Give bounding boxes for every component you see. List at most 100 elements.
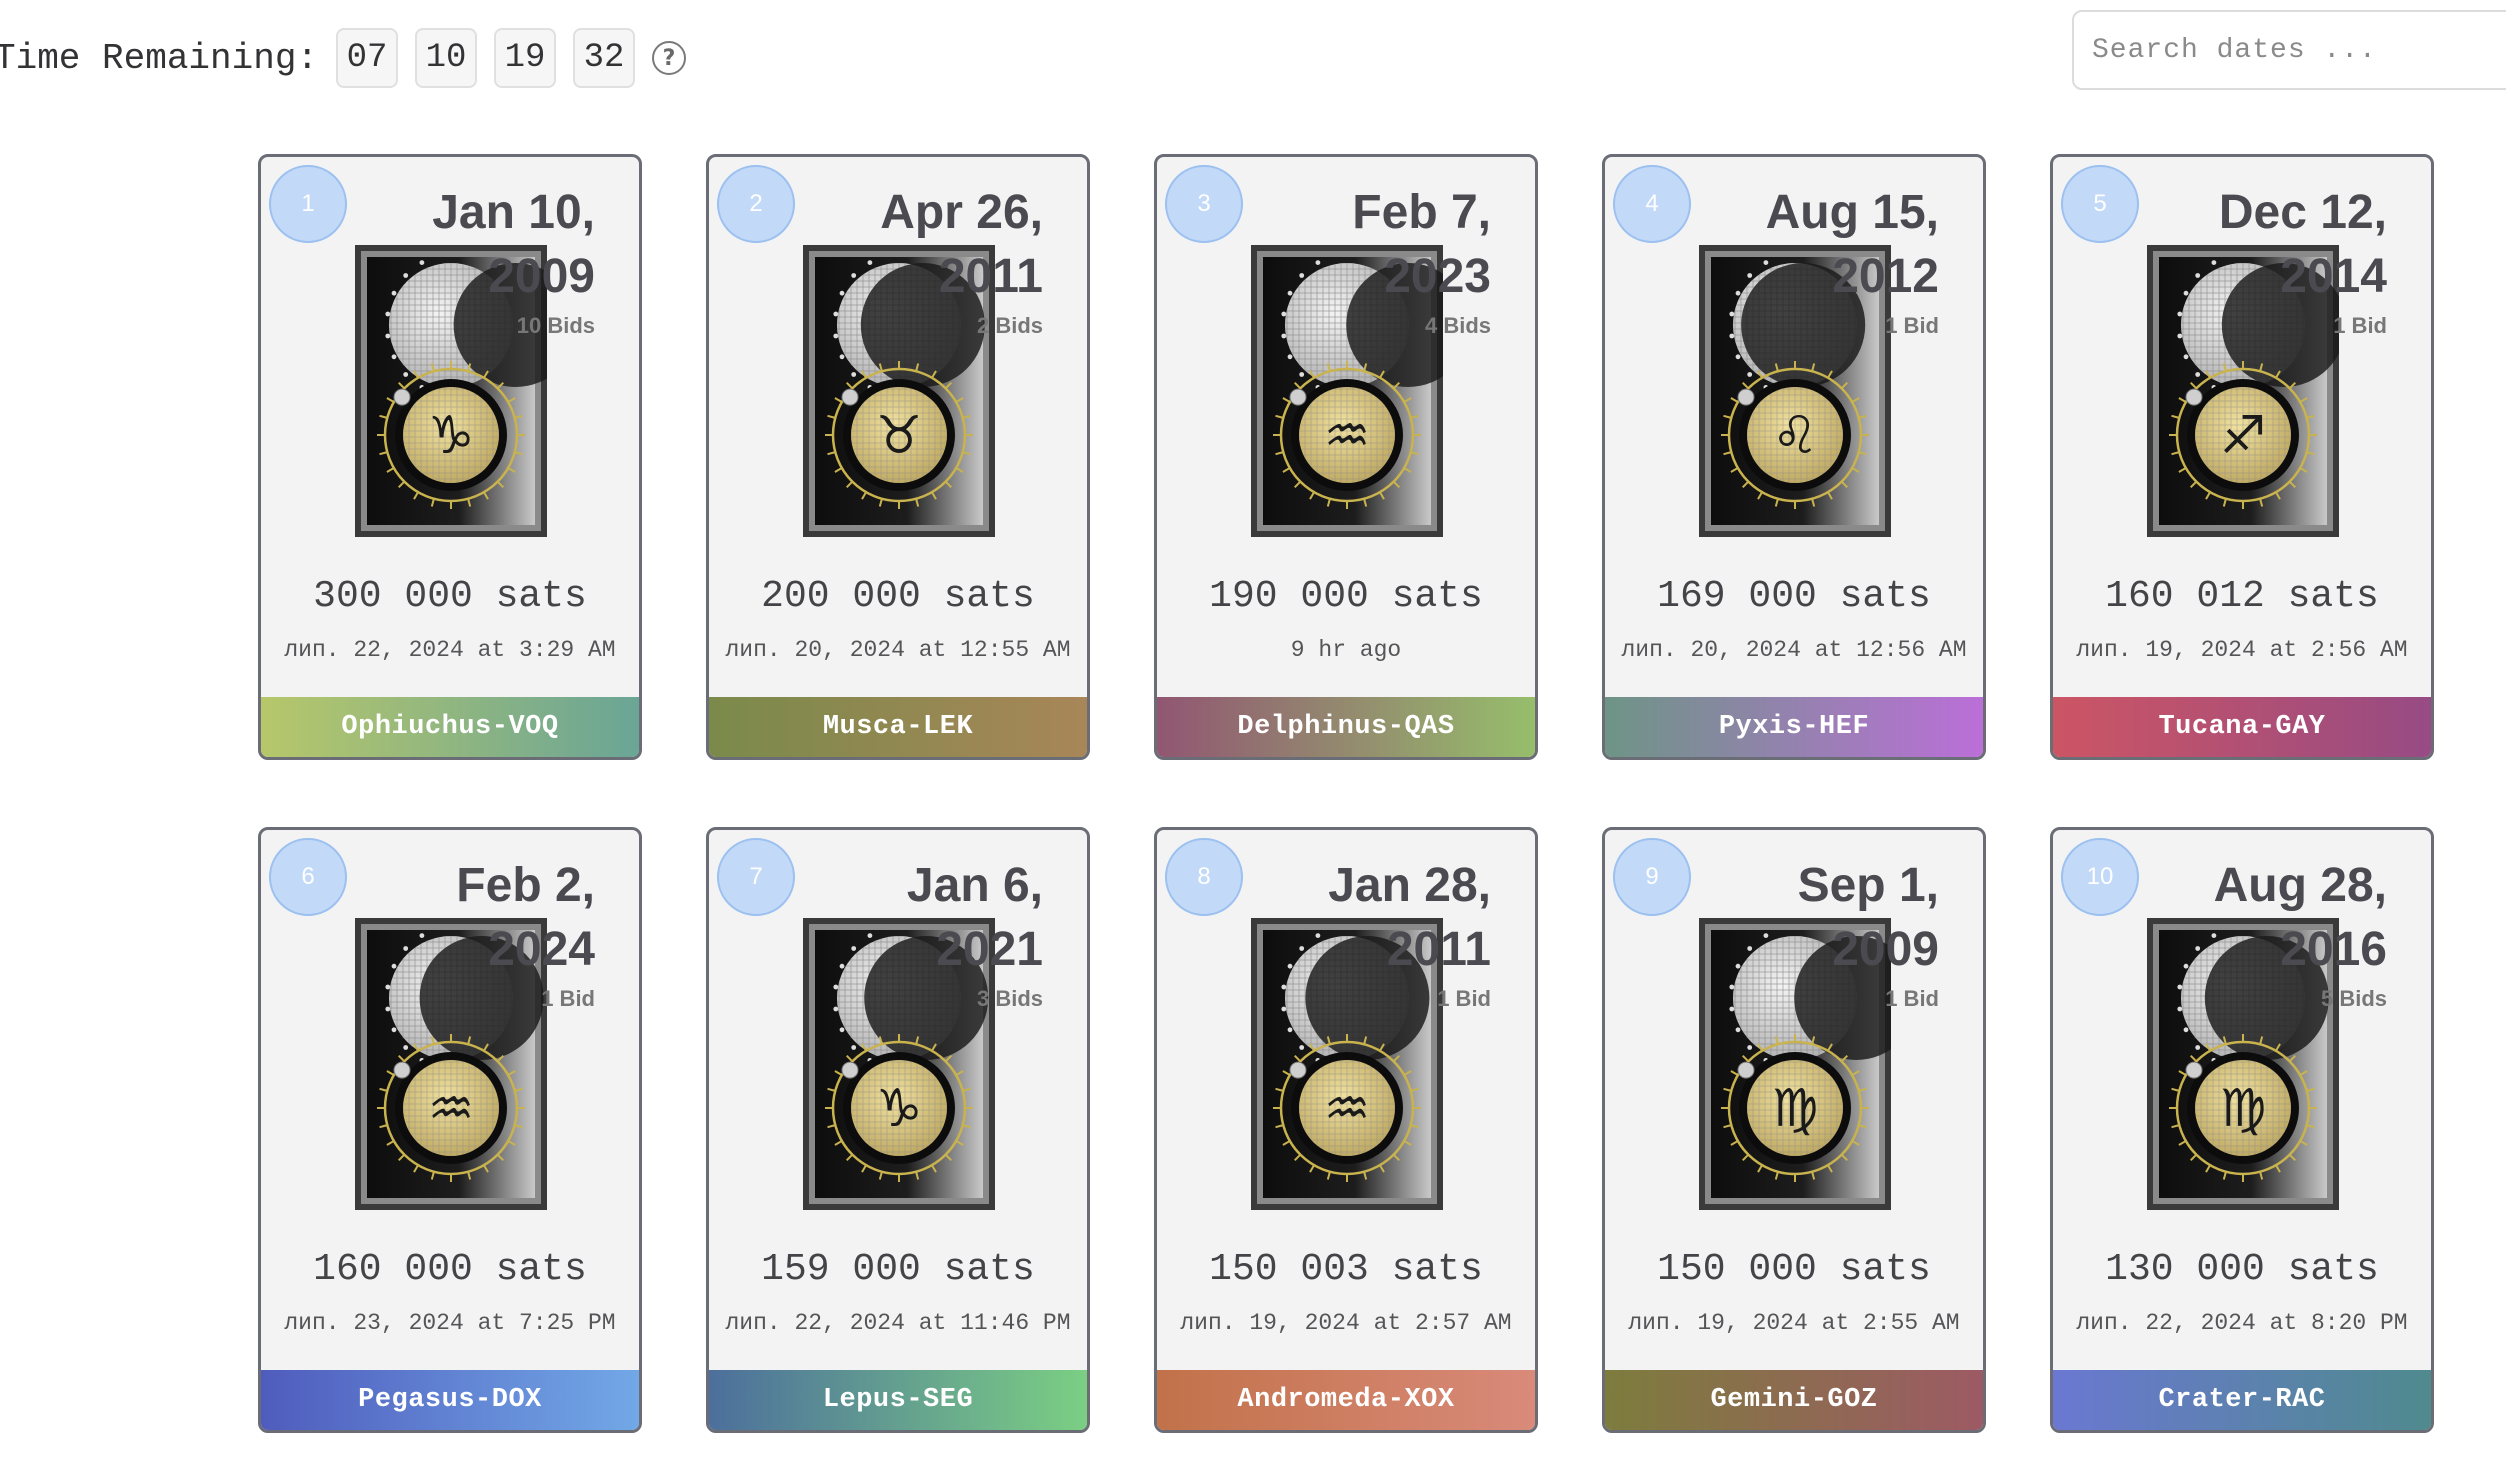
bidder-name-bar: Crater-RAC [2053, 1370, 2431, 1430]
bid-count: 1 Bid [1885, 313, 1939, 338]
auction-card-1[interactable]: 1 ♑ Jan 10, 2009 10 Bids 300 000 sats ли… [258, 154, 642, 760]
bid-price: 150 000 sats [1657, 1248, 1931, 1291]
auction-date: Aug 28, 2016 [2214, 854, 2387, 982]
rank-badge: 4 [1613, 165, 1691, 243]
bid-time: лип. 19, 2024 at 2:56 AM [2076, 637, 2408, 663]
svg-text:♍: ♍ [2220, 1079, 2267, 1139]
bid-price: 190 000 sats [1209, 575, 1483, 618]
bid-price: 150 003 sats [1209, 1248, 1483, 1291]
auction-date: Apr 26, 2011 [880, 181, 1043, 309]
rank-badge: 1 [269, 165, 347, 243]
bid-count: 1 Bid [541, 986, 595, 1011]
date-month-day: Jan 28, [1328, 859, 1491, 912]
time-remaining: Time Remaining: 07 10 19 32 ? [0, 28, 687, 88]
auction-card-6[interactable]: 6 ♒ Feb 2, 2024 1 Bid 160 000 sats лип. … [258, 827, 642, 1433]
auction-date: Feb 2, 2024 [456, 854, 595, 982]
date-month-day: Apr 26, [880, 186, 1043, 239]
bid-price: 160 012 sats [2105, 575, 2379, 618]
auction-card-5[interactable]: 5 ♐ Dec 12, 2014 1 Bid 160 012 sats лип.… [2050, 154, 2434, 760]
svg-text:♐: ♐ [2220, 406, 2267, 466]
bid-price: 160 000 sats [313, 1248, 587, 1291]
date-year: 2023 [1384, 250, 1491, 303]
rank-badge: 6 [269, 838, 347, 916]
date-month-day: Feb 7, [1352, 186, 1491, 239]
auction-date: Jan 10, 2009 [432, 181, 595, 309]
rank-badge: 2 [717, 165, 795, 243]
bid-time: лип. 23, 2024 at 7:25 PM [284, 1310, 616, 1336]
date-year: 2021 [936, 923, 1043, 976]
rank-badge: 10 [2061, 838, 2139, 916]
timer-minutes: 19 [494, 28, 557, 88]
bidder-name-bar: Lepus-SEG [709, 1370, 1087, 1430]
svg-text:♌: ♌ [1772, 406, 1819, 466]
bid-price: 200 000 sats [761, 575, 1035, 618]
date-year: 2024 [488, 923, 595, 976]
auction-card-8[interactable]: 8 ♒ Jan 28, 2011 1 Bid 150 003 sats лип.… [1154, 827, 1538, 1433]
date-year: 2009 [1832, 923, 1939, 976]
rank-badge: 3 [1165, 165, 1243, 243]
date-month-day: Aug 28, [2213, 859, 2387, 912]
bid-time: 9 hr ago [1290, 637, 1402, 663]
bid-count: 10 Bids [516, 313, 595, 338]
bid-count: 4 Bids [1424, 313, 1491, 338]
auction-date: Feb 7, 2023 [1352, 181, 1491, 309]
svg-text:♍: ♍ [1772, 1079, 1819, 1139]
bidder-name-bar: Ophiuchus-VOQ [261, 697, 639, 757]
timer-hours: 10 [415, 28, 478, 88]
date-month-day: Sep 1, [1797, 859, 1939, 912]
rank-badge: 5 [2061, 165, 2139, 243]
bid-price: 159 000 sats [761, 1248, 1035, 1291]
bid-price: 300 000 sats [313, 575, 587, 618]
bid-count: 3 Bids [976, 986, 1043, 1011]
date-month-day: Dec 12, [2218, 186, 2387, 239]
date-year: 2011 [1386, 923, 1491, 976]
date-year: 2011 [938, 250, 1043, 303]
auction-date: Dec 12, 2014 [2219, 181, 2387, 309]
auction-card-9[interactable]: 9 ♍ Sep 1, 2009 1 Bid 150 000 sats лип. … [1602, 827, 1986, 1433]
bid-time: лип. 22, 2024 at 3:29 AM [284, 637, 616, 663]
date-year: 2009 [488, 250, 595, 303]
date-month-day: Aug 15, [1765, 186, 1939, 239]
rank-badge: 7 [717, 838, 795, 916]
bid-price: 169 000 sats [1657, 575, 1931, 618]
date-month-day: Feb 2, [456, 859, 595, 912]
bidder-name-bar: Delphinus-QAS [1157, 697, 1535, 757]
svg-text:♑: ♑ [428, 406, 475, 466]
auction-card-2[interactable]: 2 ♉ Apr 26, 2011 2 Bids 200 000 sats лип… [706, 154, 1090, 760]
rank-badge: 8 [1165, 838, 1243, 916]
date-month-day: Jan 6, [906, 859, 1043, 912]
bidder-name-bar: Pegasus-DOX [261, 1370, 639, 1430]
help-icon[interactable]: ? [652, 41, 687, 75]
auction-card-7[interactable]: 7 ♑ Jan 6, 2021 3 Bids 159 000 sats лип.… [706, 827, 1090, 1433]
svg-text:♑: ♑ [876, 1079, 923, 1139]
bid-time: лип. 20, 2024 at 12:55 AM [725, 637, 1071, 663]
auction-date: Sep 1, 2009 [1798, 854, 1939, 982]
bid-count: 1 Bid [2333, 313, 2387, 338]
timer-seconds: 32 [573, 28, 636, 88]
auction-date: Jan 28, 2011 [1328, 854, 1491, 982]
svg-text:♒: ♒ [428, 1079, 475, 1139]
search-input[interactable] [2072, 10, 2506, 90]
timer-days: 07 [336, 28, 399, 88]
auction-card-4[interactable]: 4 ♌ Aug 15, 2012 1 Bid 169 000 sats лип.… [1602, 154, 1986, 760]
bidder-name-bar: Musca-LEK [709, 697, 1087, 757]
bid-time: лип. 19, 2024 at 2:55 AM [1628, 1310, 1960, 1336]
bid-price: 130 000 sats [2105, 1248, 2379, 1291]
auction-card-3[interactable]: 3 ♒ Feb 7, 2023 4 Bids 190 000 sats 9 hr… [1154, 154, 1538, 760]
date-month-day: Jan 10, [432, 186, 595, 239]
bid-count: 5 Bids [2320, 986, 2387, 1011]
bid-time: лип. 20, 2024 at 12:56 AM [1621, 637, 1967, 663]
bidder-name-bar: Andromeda-XOX [1157, 1370, 1535, 1430]
bid-time: лип. 19, 2024 at 2:57 AM [1180, 1310, 1512, 1336]
auction-date: Jan 6, 2021 [907, 854, 1043, 982]
bidder-name-bar: Pyxis-HEF [1605, 697, 1983, 757]
bid-count: 1 Bid [1885, 986, 1939, 1011]
svg-text:♒: ♒ [1324, 406, 1371, 466]
date-year: 2016 [2280, 923, 2387, 976]
bidder-name-bar: Tucana-GAY [2053, 697, 2431, 757]
auction-card-10[interactable]: 10 ♍ Aug 28, 2016 5 Bids 130 000 sats ли… [2050, 827, 2434, 1433]
auction-date: Aug 15, 2012 [1766, 181, 1939, 309]
svg-text:♒: ♒ [1324, 1079, 1371, 1139]
bid-time: лип. 22, 2024 at 11:46 PM [725, 1310, 1071, 1336]
bid-count: 1 Bid [1437, 986, 1491, 1011]
